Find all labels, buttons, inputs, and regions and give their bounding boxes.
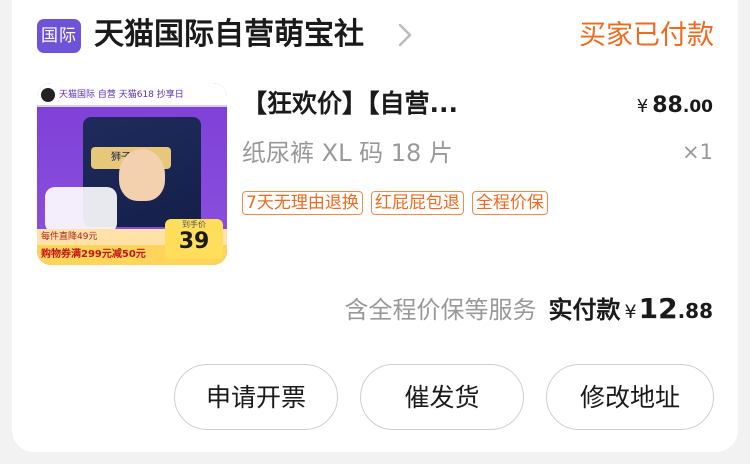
store-type-badge: 国际 <box>37 19 81 53</box>
change-address-button[interactable]: 修改地址 <box>546 364 714 430</box>
product-price: ¥88.00 <box>637 88 713 125</box>
price-currency: ¥ <box>636 96 649 117</box>
urge-shipping-button[interactable]: 催发货 <box>360 364 524 430</box>
price-decimal: .00 <box>682 97 713 117</box>
payment-summary: 含全程价保等服务 实付款 ¥ 12 .88 <box>345 290 714 330</box>
tmall-logo-icon <box>41 88 55 102</box>
product-image-banner: 天猫国际 自营 天猫618 抄享日 <box>37 83 227 107</box>
apply-invoice-button[interactable]: 申请开票 <box>174 364 338 430</box>
service-tag-price-protection: 全程价保 <box>471 191 548 215</box>
baby-graphic <box>119 149 165 201</box>
product-image-price-caption: 到手价 <box>182 220 206 229</box>
diaper-graphic <box>45 187 117 233</box>
service-tag-rash: 红屁屁包退 <box>370 191 464 215</box>
order-card: 国际 天猫国际自营萌宝社 买家已付款 天猫国际 自营 天猫618 抄享日 狮子王… <box>12 0 738 452</box>
product-quantity: ×1 <box>682 140 713 164</box>
service-tags: 7天无理由退换 红屁屁包退 全程价保 <box>242 191 548 215</box>
order-status: 买家已付款 <box>579 20 714 51</box>
payment-note: 含全程价保等服务 <box>344 296 537 324</box>
product-spec: 纸尿裤 XL 码 18 片 <box>242 139 453 167</box>
store-name-link[interactable]: 天猫国际自营萌宝社 <box>94 13 364 57</box>
product-image[interactable]: 天猫国际 自营 天猫618 抄享日 狮子王国 每件直降49元 购物券满299元减… <box>37 83 227 265</box>
product-image-banner-text: 天猫国际 自营 天猫618 抄享日 <box>59 90 184 100</box>
payment-amount-decimal: .88 <box>677 299 713 323</box>
payment-currency: ¥ <box>624 301 637 323</box>
payment-amount-integer: 12 <box>638 292 678 325</box>
chevron-right-icon[interactable] <box>394 22 416 48</box>
payment-label: 实付款 <box>548 296 621 324</box>
service-tag-return: 7天无理由退换 <box>242 191 363 215</box>
price-integer: 88 <box>652 93 683 118</box>
product-title[interactable]: 【狂欢价】【自营... <box>242 84 458 124</box>
